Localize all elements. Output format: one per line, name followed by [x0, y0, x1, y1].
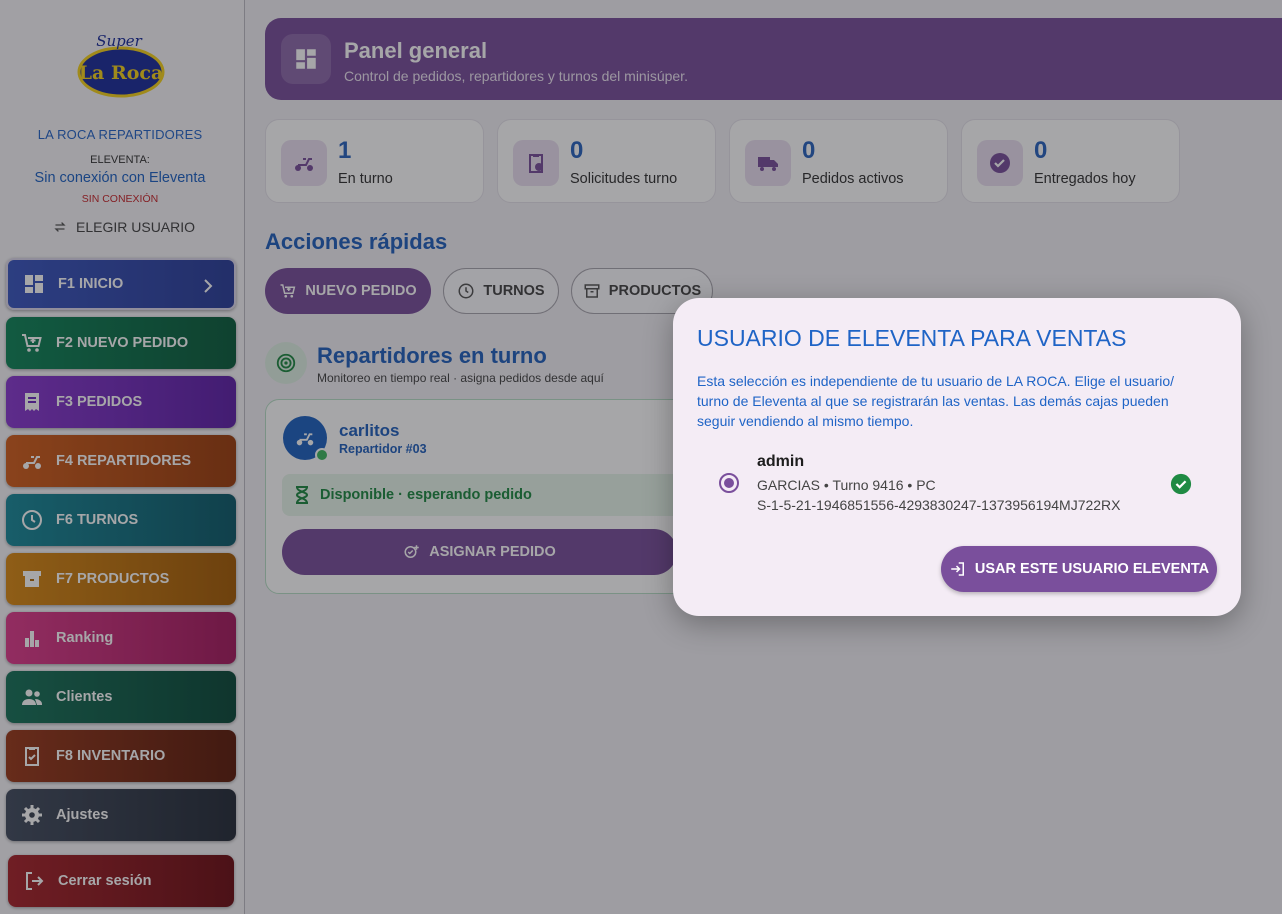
- dialog-description: Esta selección es independiente de tu us…: [697, 373, 1175, 429]
- user-option-radio[interactable]: [719, 473, 739, 493]
- user-option-name[interactable]: admin: [757, 453, 804, 471]
- user-option-detail: GARCIAS • Turno 9416 • PC: [757, 477, 936, 493]
- check-circle-icon: [1170, 473, 1192, 495]
- eleventa-user-dialog: USUARIO DE ELEVENTA PARA VENTAS Esta sel…: [673, 298, 1241, 616]
- user-option-id: S-1-5-21-1946851556-4293830247-137395619…: [757, 497, 1121, 513]
- login-icon: [951, 562, 964, 576]
- use-eleventa-user-button[interactable]: USAR ESTE USUARIO ELEVENTA: [941, 546, 1217, 592]
- dialog-title: USUARIO DE ELEVENTA PARA VENTAS: [697, 325, 1127, 351]
- use-eleventa-user-label: USAR ESTE USUARIO ELEVENTA: [974, 561, 1210, 577]
- radio-selected-dot: [724, 478, 734, 488]
